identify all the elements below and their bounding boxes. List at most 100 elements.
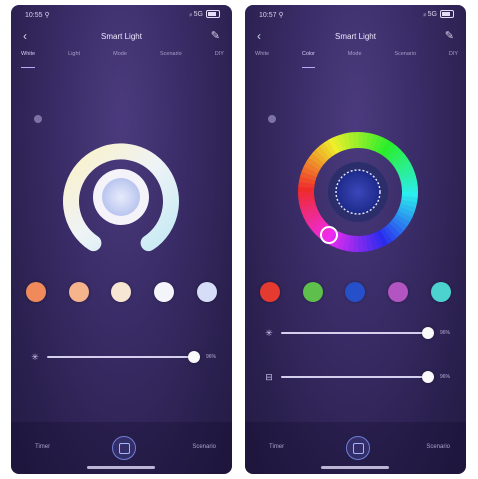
power-icon[interactable]	[268, 115, 276, 123]
timer-button[interactable]: Timer	[35, 444, 50, 450]
hue-segment	[401, 181, 418, 189]
hue-segment	[368, 233, 379, 251]
hue-segment	[372, 231, 384, 249]
tab-scenario[interactable]: Scenario	[394, 51, 416, 65]
hue-segment	[397, 206, 415, 219]
hue-segment	[301, 206, 319, 218]
hue-segment	[369, 134, 380, 151]
hue-segment	[376, 137, 389, 155]
preset-swatches	[245, 282, 466, 302]
swatch-red[interactable]	[260, 282, 281, 302]
sun-icon: ✳	[31, 351, 39, 362]
slider-thumb[interactable]	[421, 371, 434, 383]
swatch-purple[interactable]	[388, 282, 409, 302]
swatch-5[interactable]	[196, 282, 217, 302]
hue-segment	[298, 175, 316, 185]
hue-segment	[298, 195, 315, 203]
swatch-cyan[interactable]	[430, 282, 451, 302]
swatch-1[interactable]	[26, 282, 47, 302]
swatch-4[interactable]	[154, 282, 175, 302]
hue-segment	[315, 145, 331, 161]
slider-track[interactable]	[281, 371, 434, 383]
mode-tabs: White Color Mode Scenario DIY	[255, 51, 458, 68]
hue-segment	[379, 227, 393, 245]
hue-segment	[303, 209, 320, 222]
hue-segment	[332, 135, 344, 153]
power-icon[interactable]	[34, 115, 42, 123]
hue-segment	[395, 210, 413, 223]
hue-segment	[397, 166, 415, 178]
timer-button[interactable]: Timer	[269, 444, 284, 450]
sun-icon: ✳	[265, 327, 273, 338]
tab-diy[interactable]: DIY	[215, 51, 224, 65]
home-indicator	[321, 466, 389, 469]
hue-segment	[308, 152, 325, 167]
scenario-button[interactable]: Scenario	[426, 444, 450, 450]
white-temperature-wheel[interactable]	[59, 135, 183, 259]
hue-segment	[303, 161, 321, 174]
hue-segment	[401, 195, 418, 204]
hue-segment	[322, 227, 337, 244]
slider-value: 96%	[440, 330, 451, 336]
tab-mode[interactable]: Mode	[113, 51, 127, 65]
tab-light[interactable]: Light	[68, 51, 80, 65]
tab-white[interactable]: White	[255, 51, 269, 65]
swatch-green[interactable]	[302, 282, 323, 302]
brightness-slider: ✳ 96%	[29, 351, 222, 363]
hue-segment	[389, 149, 405, 165]
hue-segment	[391, 217, 408, 232]
hue-segment	[341, 234, 351, 252]
hue-segment	[336, 233, 347, 250]
hue-segment	[385, 223, 401, 239]
slider-value: 96%	[206, 354, 217, 360]
slider-value: 96%	[440, 374, 451, 380]
hue-segment	[393, 157, 411, 171]
color-hue-wheel[interactable]	[295, 129, 421, 255]
signal-icon: ᵢₗ 5G	[189, 11, 203, 18]
hue-segment	[399, 171, 417, 182]
tab-white[interactable]: White	[21, 51, 36, 68]
hue-segment	[364, 234, 374, 252]
hue-segment	[386, 146, 401, 162]
selected-color-indicator	[335, 169, 381, 215]
swatch-blue[interactable]	[345, 282, 366, 302]
nav-bar: ‹ Smart Light ✎	[11, 25, 232, 47]
slider-thumb[interactable]	[421, 327, 434, 339]
hue-segment	[379, 140, 394, 157]
tab-scenario[interactable]: Scenario	[160, 51, 182, 65]
hue-segment	[396, 161, 413, 175]
hue-segment	[323, 139, 337, 157]
scenario-button[interactable]: Scenario	[192, 444, 216, 450]
home-button[interactable]	[346, 436, 370, 460]
swatch-2[interactable]	[68, 282, 89, 302]
hue-segment	[319, 142, 334, 159]
slider-thumb[interactable]	[187, 351, 200, 363]
tab-color[interactable]: Color	[301, 51, 316, 68]
hue-segment	[337, 133, 348, 151]
hue-segment	[361, 132, 370, 149]
pencil-icon[interactable]: ✎	[211, 29, 220, 42]
hue-segment	[298, 198, 316, 208]
saturation-slider: ⊟ 96%	[263, 371, 456, 383]
hue-segment	[300, 170, 317, 181]
home-button[interactable]	[112, 436, 136, 460]
preset-swatches	[11, 282, 232, 302]
hue-segment	[318, 225, 333, 242]
mode-tabs: White Light Mode Scenario DIY	[21, 51, 224, 68]
hue-segment	[299, 202, 317, 213]
hue-segment	[342, 132, 352, 150]
hue-segment	[305, 213, 323, 227]
bottom-bar: Timer Scenario	[11, 422, 232, 474]
hue-segment	[372, 135, 385, 153]
hue-segment	[400, 176, 418, 186]
slider-track[interactable]	[47, 351, 200, 363]
status-time: 10:55 ⚲	[25, 12, 50, 19]
hue-segment	[301, 165, 319, 178]
hue-segment	[382, 225, 397, 242]
tab-mode[interactable]: Mode	[348, 51, 362, 65]
pencil-icon[interactable]: ✎	[445, 29, 454, 42]
tab-diy[interactable]: DIY	[449, 51, 458, 65]
slider-track[interactable]	[281, 327, 434, 339]
swatch-3[interactable]	[111, 282, 132, 302]
status-bar: 10:57 ⚲ ᵢₗ 5G	[245, 5, 466, 25]
